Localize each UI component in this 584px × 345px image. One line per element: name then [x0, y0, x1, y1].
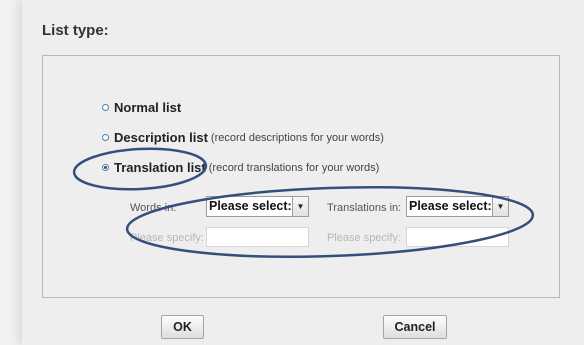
options-panel [42, 55, 560, 298]
cancel-button[interactable]: Cancel [383, 315, 447, 339]
chevron-down-icon[interactable]: ▼ [492, 197, 508, 216]
option-description: (record translations for your words) [208, 161, 380, 174]
radio-description-list[interactable]: Description list (record descriptions fo… [102, 130, 384, 145]
translations-in-select[interactable]: Please select: ▼ [406, 196, 509, 217]
words-specify-label: Please specify: [130, 232, 204, 244]
translations-specify-label: Please specify: [327, 232, 401, 244]
words-in-select[interactable]: Please select: ▼ [206, 196, 309, 217]
radio-selected-icon[interactable] [102, 164, 109, 171]
page-title: List type: [42, 22, 109, 39]
option-description: (record descriptions for your words) [210, 131, 384, 144]
chevron-down-icon[interactable]: ▼ [292, 197, 308, 216]
radio-icon[interactable] [102, 134, 109, 141]
radio-translation-list[interactable]: Translation list (record translations fo… [102, 160, 379, 175]
ok-button[interactable]: OK [161, 315, 204, 339]
option-label: Normal list [114, 100, 182, 115]
option-label: Translation list [114, 160, 206, 175]
words-specify-input[interactable] [206, 227, 309, 247]
select-value: Please select: [209, 199, 292, 213]
option-label: Description list [114, 130, 208, 145]
radio-icon[interactable] [102, 104, 109, 111]
select-value: Please select: [409, 199, 492, 213]
words-in-label: Words in: [130, 202, 177, 214]
radio-normal-list[interactable]: Normal list [102, 100, 181, 115]
translations-in-label: Translations in: [327, 202, 402, 214]
translations-specify-input[interactable] [406, 227, 509, 247]
